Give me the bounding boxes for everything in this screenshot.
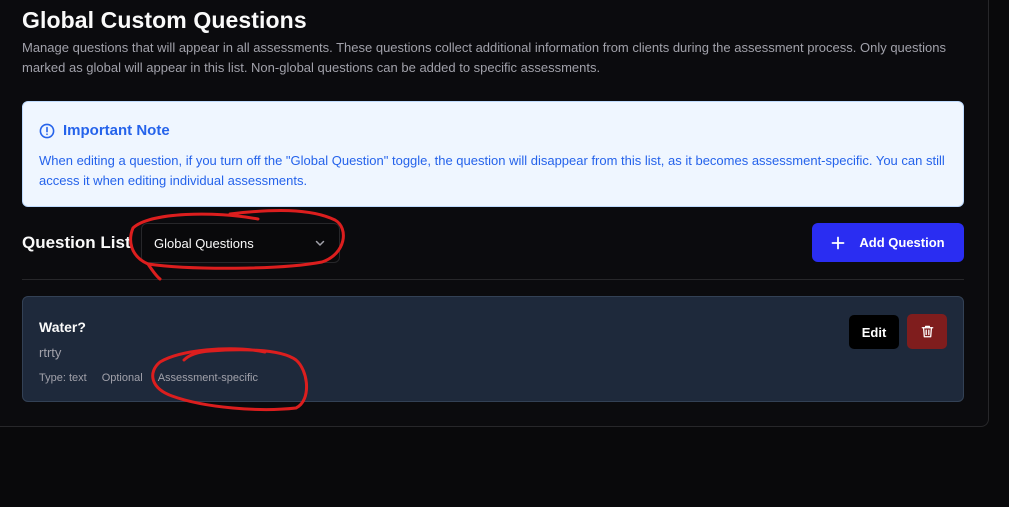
question-meta: Type: text Optional Assessment-specific bbox=[39, 372, 258, 384]
note-body: When editing a question, if you turn off… bbox=[39, 153, 945, 188]
question-scope-badge: Assessment-specific bbox=[157, 372, 258, 384]
question-type: Type: text bbox=[39, 372, 87, 384]
page-description: Manage questions that will appear in all… bbox=[22, 40, 946, 75]
section-divider bbox=[22, 279, 964, 280]
edit-question-button[interactable]: Edit bbox=[849, 315, 899, 349]
note-title: Important Note bbox=[63, 122, 170, 139]
question-description: rtrty bbox=[39, 345, 62, 360]
page-title: Global Custom Questions bbox=[22, 7, 307, 33]
chevron-down-icon bbox=[315, 240, 325, 246]
question-filter-value: Global Questions bbox=[154, 235, 254, 251]
question-title: Water? bbox=[39, 319, 86, 335]
add-question-label: Add Question bbox=[859, 235, 945, 250]
question-list-label: Question List bbox=[22, 233, 131, 252]
note-header: Important Note bbox=[39, 122, 170, 139]
trash-icon bbox=[921, 325, 933, 338]
info-icon bbox=[39, 123, 55, 138]
question-required-status: Optional bbox=[101, 372, 143, 384]
question-card: Water? rtrty Type: text Optional Assessm… bbox=[22, 296, 964, 402]
delete-question-button[interactable] bbox=[907, 314, 947, 349]
question-filter-select[interactable]: Global Questions bbox=[141, 223, 340, 263]
add-question-button[interactable]: Add Question bbox=[812, 223, 964, 262]
plus-icon bbox=[831, 236, 845, 249]
important-note-alert: Important Note When editing a question, … bbox=[22, 101, 964, 207]
